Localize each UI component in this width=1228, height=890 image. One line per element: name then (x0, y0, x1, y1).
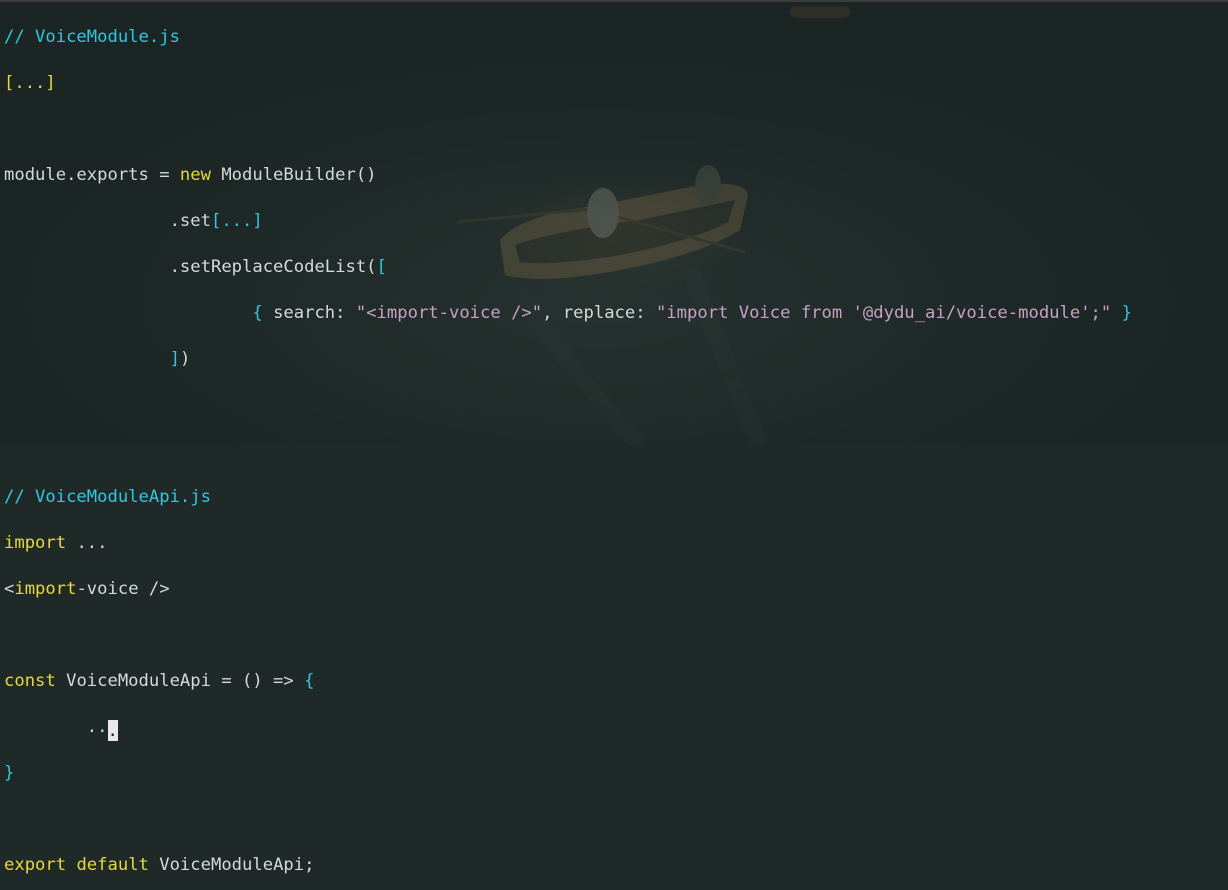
default-keyword: default (76, 855, 149, 875)
import-keyword: import (4, 533, 67, 553)
set-method: .set (169, 211, 211, 231)
import-tag-keyword: import (14, 579, 77, 599)
code-line-8: ]) (4, 348, 1132, 371)
code-line-6: .setReplaceCodeList([ (4, 256, 1132, 279)
file-comment-voice-module-api: // VoiceModuleApi.js (4, 487, 211, 507)
function-open-brace: { (304, 671, 315, 691)
code-line-11: // VoiceModuleApi.js (4, 486, 1132, 509)
code-line-12: import ... (4, 532, 1132, 555)
code-line-17: } (4, 762, 1132, 785)
code-line-2: [...] (4, 72, 1132, 95)
body-dots: .. (86, 717, 108, 737)
code-line-7: { search: "<import-voice />", replace: "… (4, 302, 1132, 325)
replace-value-string: "import Voice from '@dydu_ai/voice-modul… (655, 303, 1112, 323)
replace-key: , replace: (542, 303, 656, 323)
text-cursor: . (107, 720, 118, 741)
function-close-brace: } (4, 763, 15, 783)
file-comment-voice-module: // VoiceModule.js (4, 27, 180, 47)
export-identifier: VoiceModuleApi; (148, 855, 315, 875)
close-bracket: ] (169, 349, 180, 369)
code-line-1: // VoiceModule.js (4, 26, 1132, 49)
code-line-19: export default VoiceModuleApi; (4, 854, 1132, 877)
new-keyword: new (179, 165, 211, 185)
set-replace-code-list-method: .setReplaceCodeList( (169, 257, 377, 277)
code-line-15: const VoiceModuleApi = () => { (4, 670, 1132, 693)
export-keyword: export (4, 855, 67, 875)
set-ellipsis: [...] (210, 211, 263, 231)
code-line-16: ... (4, 716, 1132, 741)
search-value-string: "<import-voice />" (355, 303, 543, 323)
import-ellipsis: ... (66, 533, 108, 553)
voice-module-api-declaration: VoiceModuleApi = () => (55, 671, 305, 691)
const-keyword: const (4, 671, 56, 691)
code-line-13: <import-voice /> (4, 578, 1132, 601)
code-line-5: .set[...] (4, 210, 1132, 233)
search-key: search: (262, 303, 356, 323)
ellipsis-placeholder: [...] (4, 73, 56, 93)
code-line-4: module.exports = new ModuleBuilder() (4, 164, 1132, 187)
tag-open: < (4, 579, 15, 599)
open-brace: { (252, 303, 263, 323)
window-top-border (0, 0, 1228, 2)
module-builder-call: ModuleBuilder() (210, 165, 377, 185)
close-paren: ) (179, 349, 191, 369)
import-voice-tag-rest: -voice /> (76, 579, 170, 599)
code-editor[interactable]: // VoiceModule.js [...] module.exports =… (4, 3, 1132, 890)
close-brace: } (1111, 303, 1132, 323)
open-bracket: [ (376, 257, 387, 277)
module-exports-text: module.exports = (4, 165, 180, 185)
